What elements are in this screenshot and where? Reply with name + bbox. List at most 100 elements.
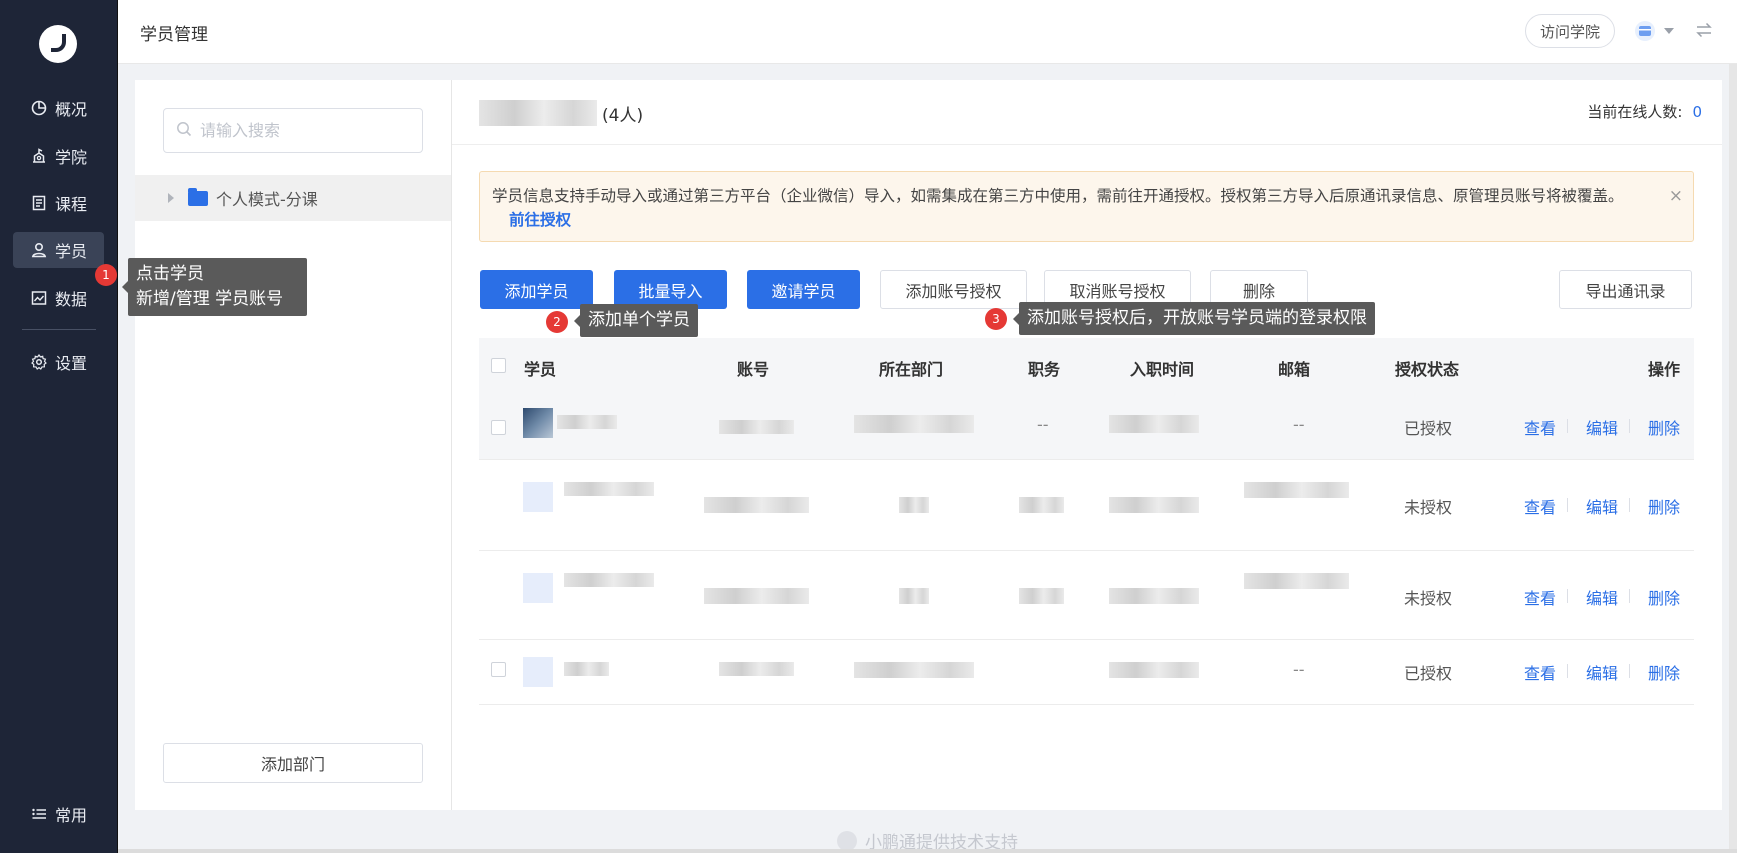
logo-icon — [837, 831, 857, 851]
student-list-panel: (4人) 当前在线人数: 0 学员信息支持手动导入或通过第三方平台（企业微信）导入… — [452, 80, 1722, 810]
group-title: (4人) — [479, 100, 643, 126]
row-checkbox[interactable] — [491, 662, 506, 677]
tooltip-line: 点击学员 — [136, 264, 204, 284]
add-auth-button[interactable]: 添加账号授权 — [880, 270, 1027, 309]
folder-icon — [188, 187, 208, 206]
divider — [452, 144, 1722, 145]
department-panel: 个人模式-分课 添加部门 — [135, 80, 452, 810]
pie-chart-icon — [30, 99, 48, 117]
close-icon[interactable]: × — [1669, 184, 1683, 208]
caret-right-icon[interactable] — [168, 193, 174, 203]
edit-link[interactable]: 编辑 — [1586, 415, 1618, 439]
add-student-button[interactable]: 添加学员 — [480, 270, 593, 309]
col-position: 职务 — [1028, 360, 1061, 379]
view-link[interactable]: 查看 — [1524, 585, 1556, 609]
guide-tooltip: 添加单个学员 — [574, 304, 698, 337]
edit-link[interactable]: 编辑 — [1586, 660, 1618, 684]
avatar — [523, 482, 553, 512]
notice-text: 学员信息支持手动导入或通过第三方平台（企业微信）导入，如需集成在第三方中使用，需… — [492, 187, 1624, 205]
delete-link[interactable]: 删除 — [1648, 415, 1680, 439]
avatar — [523, 657, 553, 687]
switch-icon[interactable] — [1695, 22, 1713, 42]
sidebar-item-label: 学员 — [55, 242, 88, 261]
sidebar-divider — [22, 329, 96, 330]
store-icon[interactable] — [1635, 21, 1677, 45]
blurred-name — [557, 415, 617, 429]
action-separator — [1629, 419, 1630, 433]
table-row[interactable]: 未授权 查看 编辑 删除 — [479, 460, 1694, 551]
blurred-name — [564, 482, 654, 496]
sidebar-item-label: 设置 — [55, 354, 88, 373]
row-checkbox[interactable] — [491, 420, 506, 435]
edit-link[interactable]: 编辑 — [1586, 585, 1618, 609]
guide-tooltip: 添加账号授权后，开放账号学员端的登录权限 — [1013, 302, 1375, 335]
view-link[interactable]: 查看 — [1524, 660, 1556, 684]
authorize-link[interactable]: 前往授权 — [492, 211, 571, 229]
guide-tooltip: 点击学员 新增/管理 学员账号 — [122, 258, 307, 316]
delete-link[interactable]: 删除 — [1648, 660, 1680, 684]
online-count: 当前在线人数: 0 — [1587, 101, 1702, 122]
search-box[interactable] — [163, 108, 423, 153]
sidebar-item-overview[interactable]: 概况 — [13, 90, 104, 126]
blurred-join-date — [1109, 415, 1199, 433]
blurred-department — [899, 497, 929, 513]
school-icon — [30, 147, 48, 165]
blurred-position — [1019, 588, 1064, 604]
tree-node-department[interactable]: 个人模式-分课 — [135, 175, 452, 221]
position-cell: -- — [1037, 415, 1049, 434]
view-link[interactable]: 查看 — [1524, 494, 1556, 518]
page-title: 学员管理 — [140, 25, 208, 45]
blurred-position — [1019, 497, 1064, 513]
invite-student-button[interactable]: 邀请学员 — [747, 270, 860, 309]
table-row[interactable]: 未授权 查看 编辑 删除 — [479, 551, 1694, 640]
delete-link[interactable]: 删除 — [1648, 494, 1680, 518]
view-link[interactable]: 查看 — [1524, 415, 1556, 439]
auth-status: 未授权 — [1404, 498, 1453, 517]
auth-status: 未授权 — [1404, 589, 1453, 608]
blurred-join-date — [1109, 497, 1199, 513]
delete-link[interactable]: 删除 — [1648, 585, 1680, 609]
blurred-email — [1244, 482, 1349, 498]
blurred-name — [564, 573, 654, 587]
table-row[interactable]: -- -- 已授权 查看 编辑 删除 — [479, 395, 1694, 460]
auth-status: 已授权 — [1404, 664, 1453, 683]
blurred-account — [719, 420, 794, 434]
guide-badge: 3 — [985, 308, 1007, 330]
sidebar-item-data[interactable]: 数据 — [13, 280, 104, 316]
bottom-edge — [118, 849, 1737, 853]
col-department: 所在部门 — [879, 360, 944, 379]
select-all-checkbox[interactable] — [491, 358, 506, 373]
app-logo[interactable] — [39, 25, 77, 63]
sidebar: 概况 学院 课程 学员 数据 设置 常用 — [0, 0, 118, 853]
top-header: 学员管理 访问学院 — [118, 0, 1737, 64]
avatar — [523, 408, 553, 438]
edit-link[interactable]: 编辑 — [1586, 494, 1618, 518]
guide-badge: 1 — [95, 264, 117, 286]
add-department-button[interactable]: 添加部门 — [163, 743, 423, 783]
action-separator — [1629, 589, 1630, 603]
sidebar-item-settings[interactable]: 设置 — [13, 344, 104, 380]
sidebar-item-course[interactable]: 课程 — [13, 185, 104, 221]
sidebar-item-common[interactable]: 常用 — [13, 796, 104, 832]
sidebar-item-label: 课程 — [55, 195, 88, 214]
search-input[interactable] — [200, 121, 400, 140]
tree-node-label: 个人模式-分课 — [216, 190, 318, 209]
sidebar-item-label: 概况 — [55, 100, 88, 119]
blurred-join-date — [1109, 588, 1199, 604]
sidebar-item-student[interactable]: 学员 — [13, 232, 104, 268]
col-auth-status: 授权状态 — [1395, 360, 1460, 379]
action-separator — [1567, 589, 1568, 603]
col-email: 邮箱 — [1278, 360, 1311, 379]
email-cell: -- — [1293, 415, 1305, 434]
document-icon — [30, 194, 48, 212]
table-row[interactable]: -- 已授权 查看 编辑 删除 — [479, 640, 1694, 705]
online-value: 0 — [1692, 103, 1702, 121]
visit-academy-button[interactable]: 访问学院 — [1525, 14, 1615, 48]
scrollbar[interactable] — [1729, 64, 1737, 853]
gear-icon — [30, 353, 48, 371]
sidebar-item-academy[interactable]: 学院 — [13, 138, 104, 174]
blurred-email — [1244, 573, 1349, 589]
export-contacts-button[interactable]: 导出通讯录 — [1559, 270, 1692, 309]
blurred-join-date — [1109, 662, 1199, 678]
sidebar-item-label: 常用 — [55, 806, 88, 825]
